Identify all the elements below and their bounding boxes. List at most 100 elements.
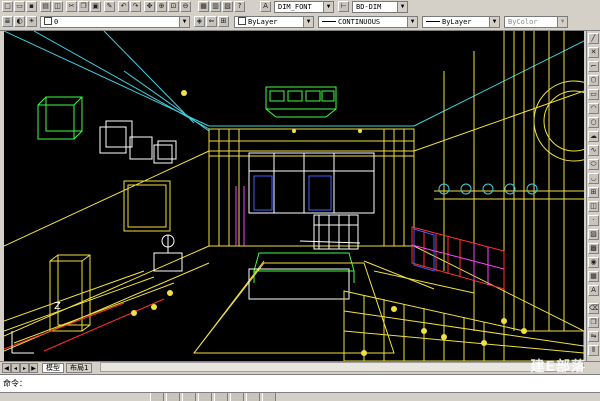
coffee-table — [253, 252, 355, 283]
dim-style-icon[interactable]: ⊢ — [338, 1, 349, 12]
top-toolbar: □ ▭ ▪ ▤ ◫ ✂ ❐ ▣ ✎ ↶ ↷ ✥ ⊕ ⊡ ⊖ ▦ ▥ ▧ ? A … — [0, 0, 600, 31]
gradient-icon[interactable]: ▩ — [588, 243, 599, 254]
hatch-icon[interactable]: ▨ — [588, 229, 599, 240]
command-prompt: 命令： — [3, 379, 27, 388]
circle-icon[interactable]: ○ — [588, 117, 599, 128]
chevron-down-icon[interactable]: ▼ — [557, 17, 567, 27]
lineweight-sample — [426, 21, 440, 22]
text-style-icon[interactable]: A — [260, 1, 271, 12]
layer-value: 0 — [54, 18, 59, 26]
lineweight-combo[interactable]: ByLayer ▼ — [422, 16, 500, 28]
next-tab-arrow-icon[interactable]: ▸ — [20, 363, 29, 373]
layers-properties-row: ≣ ◐ ☀ 0 ▼ ◈ ⇐ ⊞ ByLayer ▼ CONTINUOUS ▼ B… — [0, 15, 600, 29]
properties-icon[interactable]: ▦ — [198, 1, 209, 12]
right-wall-circle-decor — [438, 80, 584, 195]
linetype-combo[interactable]: CONTINUOUS ▼ — [318, 16, 418, 28]
chevron-down-icon[interactable]: ▼ — [407, 17, 417, 27]
command-line[interactable]: 命令： — [0, 374, 600, 393]
linetype-sample — [322, 21, 336, 22]
drawing-viewport[interactable]: Z — [4, 31, 584, 361]
armchair — [299, 214, 361, 250]
watermark-brand: 建E部落 — [530, 359, 586, 375]
design-center-icon[interactable]: ▥ — [210, 1, 221, 12]
layer-previous-icon[interactable]: ⇐ — [206, 16, 217, 27]
line-tool-icon[interactable]: ╱ — [588, 33, 599, 44]
color-combo[interactable]: ByLayer ▼ — [234, 16, 314, 28]
prev-tab-arrow-icon[interactable]: ◂ — [11, 363, 20, 373]
wall-shelf-boxes — [37, 96, 177, 164]
preview-icon[interactable]: ◫ — [52, 1, 63, 12]
paste-icon[interactable]: ▣ — [90, 1, 101, 12]
zoom-previous-icon[interactable]: ⊖ — [180, 1, 191, 12]
copy-object-icon[interactable]: ❐ — [588, 317, 599, 328]
window-magenta-lines — [235, 186, 245, 246]
construction-line-icon[interactable]: ✕ — [588, 47, 599, 58]
cut-icon[interactable]: ✂ — [66, 1, 77, 12]
spline-icon[interactable]: ∿ — [588, 145, 599, 156]
sofa-magenta — [411, 243, 505, 285]
ucs-z-label: Z — [54, 301, 61, 312]
chevron-down-icon[interactable]: ▼ — [323, 2, 333, 12]
ellipse-icon[interactable]: ⬭ — [588, 159, 599, 170]
chevron-down-icon[interactable]: ▼ — [179, 17, 189, 27]
lineweight-value: ByLayer — [442, 18, 472, 26]
chevron-down-icon[interactable]: ▼ — [397, 2, 407, 12]
offset-icon[interactable]: ⫴ — [588, 345, 599, 356]
region-icon[interactable]: ◉ — [588, 257, 599, 268]
polygon-icon[interactable]: ⬡ — [588, 75, 599, 86]
layer-manager-icon[interactable]: ≣ — [2, 16, 13, 27]
rectangle-icon[interactable]: ▭ — [588, 89, 599, 100]
plotstyle-combo[interactable]: ByColor ▼ — [504, 16, 568, 28]
window-panes — [253, 175, 332, 211]
layer-isolate-icon[interactable]: ⊞ — [218, 16, 229, 27]
left-side-table — [153, 234, 183, 272]
insert-block-icon[interactable]: ⊞ — [588, 187, 599, 198]
help-icon[interactable]: ? — [234, 1, 245, 12]
watermark: 建E部落 jiane86.com — [520, 356, 586, 386]
wireframe-drawing: Z — [4, 31, 584, 361]
tool-palette-icon[interactable]: ▧ — [222, 1, 233, 12]
dim-style-value: BD-DIM — [356, 3, 382, 11]
point-icon[interactable]: · — [588, 215, 599, 226]
zoom-window-icon[interactable]: ⊡ — [168, 1, 179, 12]
text-style-combo[interactable]: DIM_FONT ▼ — [274, 1, 334, 13]
make-current-layer-icon[interactable]: ◈ — [194, 16, 205, 27]
make-block-icon[interactable]: ◫ — [588, 201, 599, 212]
layer-on-icon[interactable]: ☀ — [26, 16, 37, 27]
sofa-red — [411, 226, 505, 290]
right-wall-panels — [434, 31, 584, 331]
redo-icon[interactable]: ↷ — [130, 1, 141, 12]
mirror-icon[interactable]: ⇋ — [588, 331, 599, 342]
chevron-down-icon[interactable]: ▼ — [489, 17, 499, 27]
pan-icon[interactable]: ✥ — [144, 1, 155, 12]
last-tab-arrow-icon[interactable]: ▶ — [29, 363, 38, 373]
arc-icon[interactable]: ◠ — [588, 103, 599, 114]
open-file-icon[interactable]: ▭ — [14, 1, 25, 12]
table-icon[interactable]: ▦ — [588, 271, 599, 282]
standard-toolbar-row: □ ▭ ▪ ▤ ◫ ✂ ❐ ▣ ✎ ↶ ↷ ✥ ⊕ ⊡ ⊖ ▦ ▥ ▧ ? A … — [0, 0, 600, 14]
text-style-value: DIM_FONT — [278, 3, 312, 11]
color-value: ByLayer — [248, 18, 278, 26]
save-icon[interactable]: ▪ — [26, 1, 37, 12]
revision-cloud-icon[interactable]: ☁ — [588, 131, 599, 142]
undo-icon[interactable]: ↶ — [118, 1, 129, 12]
ellipse-arc-icon[interactable]: ◡ — [588, 173, 599, 184]
new-file-icon[interactable]: □ — [2, 1, 13, 12]
horizontal-scrollbar[interactable] — [100, 362, 584, 372]
erase-icon[interactable]: ⌫ — [588, 303, 599, 314]
tab-layout1[interactable]: 布局1 — [66, 363, 93, 373]
print-icon[interactable]: ▤ — [40, 1, 51, 12]
multiline-text-icon[interactable]: A — [588, 285, 599, 296]
zoom-realtime-icon[interactable]: ⊕ — [156, 1, 167, 12]
first-tab-arrow-icon[interactable]: ◀ — [2, 363, 11, 373]
polyline-icon[interactable]: ⌐ — [588, 61, 599, 72]
tab-model[interactable]: 模型 — [42, 363, 64, 373]
layer-combo[interactable]: 0 ▼ — [40, 16, 190, 28]
layer-state-icon[interactable]: ◐ — [14, 16, 25, 27]
copy-icon[interactable]: ❐ — [78, 1, 89, 12]
ceiling-lines — [4, 31, 584, 132]
dim-style-combo[interactable]: BD-DIM ▼ — [352, 1, 408, 13]
match-properties-icon[interactable]: ✎ — [104, 1, 115, 12]
chevron-down-icon[interactable]: ▼ — [303, 17, 313, 27]
layer-color-swatch — [44, 17, 52, 25]
